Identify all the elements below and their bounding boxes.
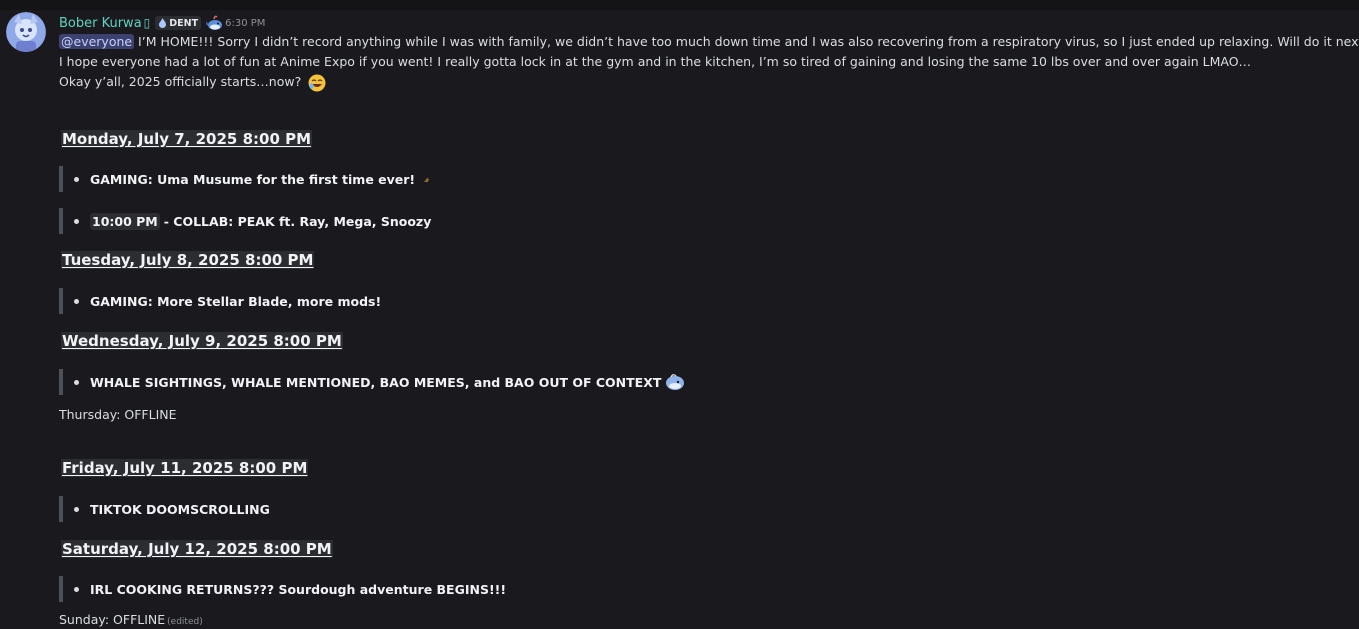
- guild-tag-badge[interactable]: DENT: [155, 16, 202, 30]
- username-glyph: ▯: [143, 16, 151, 30]
- monday-item-1: GAMING: Uma Musume for the first time ev…: [59, 166, 433, 192]
- friday-heading: Friday, July 11, 2025 8:00 PM: [61, 459, 309, 477]
- sunday-offline: Sunday: OFFLINE (edited): [59, 612, 203, 627]
- intro-line-3: Okay y’all, 2025 officially starts…now?: [59, 72, 1354, 92]
- message-header: Bober Kurwa ▯ DENT 6:30 PM: [59, 14, 1354, 32]
- timestamp[interactable]: 6:30 PM: [225, 18, 265, 29]
- top-bar: [0, 0, 1359, 10]
- bullet: [74, 379, 79, 385]
- whale-emoji[interactable]: [665, 373, 685, 391]
- friday-item-1: TIKTOK DOOMSCROLLING: [59, 496, 270, 522]
- guild-tag-label: DENT: [169, 17, 199, 29]
- wednesday-heading: Wednesday, July 9, 2025 8:00 PM: [61, 332, 343, 350]
- monday-heading: Monday, July 7, 2025 8:00 PM: [61, 130, 313, 148]
- intro-line-3-text: Okay y’all, 2025 officially starts…now?: [59, 74, 302, 89]
- username[interactable]: Bober Kurwa: [59, 16, 142, 31]
- bullet: [74, 586, 79, 592]
- thursday-offline: Thursday: OFFLINE: [59, 407, 177, 422]
- wednesday-item-1-text: WHALE SIGHTINGS, WHALE MENTIONED, BAO ME…: [90, 374, 662, 390]
- flame-icon: [159, 18, 167, 28]
- saturday-heading: Saturday, July 12, 2025 8:00 PM: [61, 540, 333, 558]
- saturday-item-1: IRL COOKING RETURNS??? Sourdough adventu…: [59, 576, 506, 602]
- sunday-offline-text: Sunday: OFFLINE: [59, 612, 166, 627]
- tuesday-item-1-text: GAMING: More Stellar Blade, more mods!: [90, 293, 382, 309]
- message-content: Bober Kurwa ▯ DENT 6:30 PM @everyone I’M…: [59, 14, 1359, 627]
- friday-item-1-text: TIKTOK DOOMSCROLLING: [90, 501, 270, 517]
- laughing-face-emoji[interactable]: [308, 74, 326, 92]
- tuesday-item-1: GAMING: More Stellar Blade, more mods!: [59, 288, 381, 314]
- horse-emoji[interactable]: [421, 173, 433, 185]
- monday-item-1-text: GAMING: Uma Musume for the first time ev…: [90, 171, 416, 187]
- whale-icon[interactable]: [206, 15, 223, 31]
- intro-line-2: I hope everyone had a lot of fun at Anim…: [59, 54, 1252, 69]
- bullet: [74, 176, 79, 182]
- everyone-mention[interactable]: @everyone: [59, 34, 135, 49]
- intro-line-1: @everyone I’M HOME!!! Sorry I didn’t rec…: [59, 32, 1359, 52]
- edited-label: (edited): [167, 617, 203, 627]
- bullet: [74, 218, 79, 224]
- time-chip[interactable]: 10:00 PM: [90, 212, 160, 230]
- bullet: [74, 506, 79, 512]
- avatar[interactable]: [6, 12, 46, 52]
- intro-line-1-text: I’M HOME!!! Sorry I didn’t record anythi…: [134, 34, 1359, 49]
- bullet: [74, 298, 79, 304]
- saturday-item-1-text: IRL COOKING RETURNS??? Sourdough adventu…: [90, 581, 507, 597]
- monday-item-2-text: - COLLAB: PEAK ft. Ray, Mega, Snoozy: [163, 213, 432, 229]
- monday-item-2: 10:00 PM - COLLAB: PEAK ft. Ray, Mega, S…: [59, 208, 431, 234]
- wednesday-item-1: WHALE SIGHTINGS, WHALE MENTIONED, BAO ME…: [59, 369, 685, 395]
- tuesday-heading: Tuesday, July 8, 2025 8:00 PM: [61, 251, 315, 269]
